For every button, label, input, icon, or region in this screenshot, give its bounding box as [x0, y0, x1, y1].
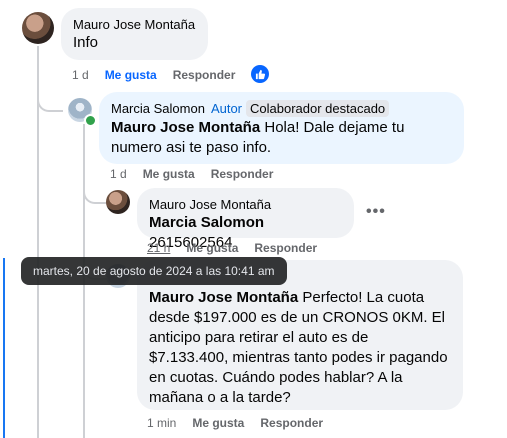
comment-bubble: Mauro Jose Montaña Marcia Salomon 261560…: [137, 188, 354, 251]
online-status-dot: [84, 114, 97, 127]
comment-text: Perfecto! La cuota desde $197.000 es de …: [149, 289, 448, 406]
reply-button[interactable]: Responder: [211, 167, 274, 181]
like-button[interactable]: Me gusta: [192, 416, 244, 430]
comment-text: Info: [73, 34, 99, 51]
reply-button[interactable]: Responder: [260, 416, 323, 430]
avatar[interactable]: [106, 190, 130, 214]
comment-timestamp[interactable]: 1 min: [147, 416, 176, 430]
avatar[interactable]: [22, 12, 54, 44]
reply-button[interactable]: Responder: [173, 68, 236, 82]
like-reaction-icon[interactable]: [251, 65, 269, 83]
thread-connector: [83, 180, 107, 204]
mention-link[interactable]: Marcia Salomon: [149, 214, 264, 231]
more-options-icon[interactable]: •••: [366, 203, 386, 221]
comment-author[interactable]: Mauro Jose Montaña: [149, 196, 342, 213]
timestamp-tooltip: martes, 20 de agosto de 2024 a las 10:41…: [21, 257, 287, 285]
like-button[interactable]: Me gusta: [105, 68, 157, 82]
comment-actions: 21 h Me gusta Responder: [147, 241, 317, 255]
comment-author[interactable]: Mauro Jose Montaña: [73, 16, 196, 33]
comment-author[interactable]: Marcia Salomon: [111, 101, 205, 116]
mention-link[interactable]: Mauro Jose Montaña: [149, 289, 298, 306]
like-button[interactable]: Me gusta: [186, 241, 238, 255]
top-contributor-badge: Colaborador destacado: [246, 100, 390, 117]
comment-actions: 1 min Me gusta Responder: [147, 416, 323, 430]
comment-timestamp[interactable]: 1 d: [110, 167, 127, 181]
author-badge: Autor: [210, 101, 243, 116]
comment-bubble: Mauro Jose Montaña Info: [61, 8, 208, 60]
comment-bubble: Marcia Salomon Autor Colaborador destacado…: [99, 92, 464, 164]
highlight-bar: [3, 258, 5, 438]
comment-timestamp[interactable]: 21 h: [147, 241, 170, 255]
like-button[interactable]: Me gusta: [143, 167, 195, 181]
mention-link[interactable]: Mauro Jose Montaña: [111, 119, 260, 136]
thread-connector: [37, 88, 63, 112]
reply-button[interactable]: Responder: [254, 241, 317, 255]
comment-timestamp[interactable]: 1 d: [72, 68, 89, 82]
comment-actions: 1 d Me gusta Responder: [72, 68, 235, 82]
comment-actions: 1 d Me gusta Responder: [110, 167, 273, 181]
